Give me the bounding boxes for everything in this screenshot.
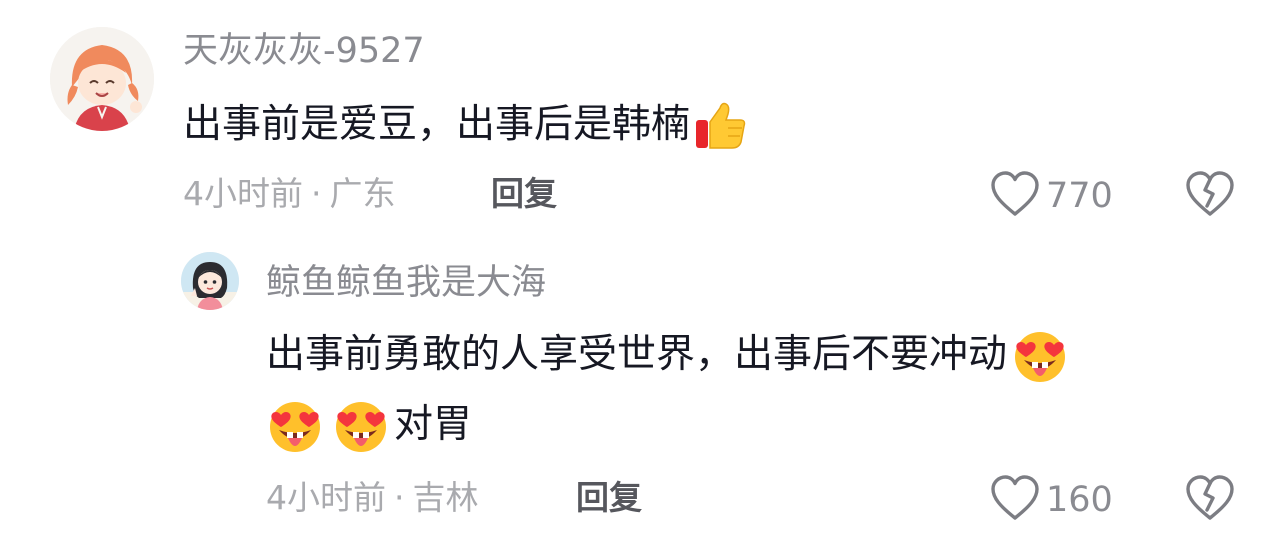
location: 吉林 (412, 478, 479, 517)
meta-separator: · (394, 478, 405, 517)
heart-eyes-tongue-emoji-icon (266, 396, 324, 454)
avatar-image (50, 27, 154, 131)
reply-button[interactable]: 回复 (491, 172, 557, 216)
heart-eyes-tongue-emoji-icon (332, 396, 390, 454)
like-count: 160 (1046, 480, 1113, 520)
meta-separator: · (311, 174, 322, 213)
reply-comment-item: 鲸鱼鲸鱼我是大海 出事前勇敢的人享受世界，出事后不要冲动 对胃 4小时前 · 吉… (0, 230, 1284, 546)
broken-heart-icon (1185, 475, 1235, 526)
broken-heart-icon (1185, 171, 1235, 222)
comment-item: 天灰灰灰-9527 出事前是爱豆，出事后是韩楠 4小时前 · 广东 回复 770 (0, 0, 1284, 230)
heart-outline-icon (990, 170, 1040, 222)
timestamp: 4小时前 (183, 174, 303, 213)
like-button[interactable]: 160 (990, 474, 1113, 526)
comment-meta: 4小时前 · 吉林 (266, 476, 479, 520)
comment-meta: 4小时前 · 广东 (183, 172, 396, 216)
comment-text-line2: 对胃 (394, 402, 473, 447)
comment-text: 出事前勇敢的人享受世界，出事后不要冲动 (266, 326, 1069, 384)
username[interactable]: 天灰灰灰-9527 (183, 28, 425, 74)
avatar[interactable] (181, 252, 239, 310)
comment-text-line1: 出事前勇敢的人享受世界，出事后不要冲动 (266, 332, 1008, 377)
dislike-button[interactable] (1185, 474, 1235, 526)
reply-button[interactable]: 回复 (576, 476, 642, 520)
heart-outline-icon (990, 474, 1040, 526)
timestamp: 4小时前 (266, 478, 386, 517)
comment-text-line2-row: 对胃 (266, 396, 472, 454)
avatar[interactable] (50, 27, 154, 131)
comment-text-content: 出事前是爱豆，出事后是韩楠 (183, 102, 691, 147)
like-button[interactable]: 770 (990, 170, 1113, 222)
heart-eyes-tongue-emoji-icon (1011, 326, 1069, 384)
username[interactable]: 鲸鱼鲸鱼我是大海 (266, 260, 546, 306)
dislike-button[interactable] (1185, 170, 1235, 222)
comment-text: 出事前是爱豆，出事后是韩楠 (183, 98, 748, 152)
location: 广东 (329, 174, 396, 213)
thumbs-up-emoji-icon (694, 98, 748, 152)
like-count: 770 (1046, 176, 1113, 216)
avatar-image (181, 252, 239, 310)
